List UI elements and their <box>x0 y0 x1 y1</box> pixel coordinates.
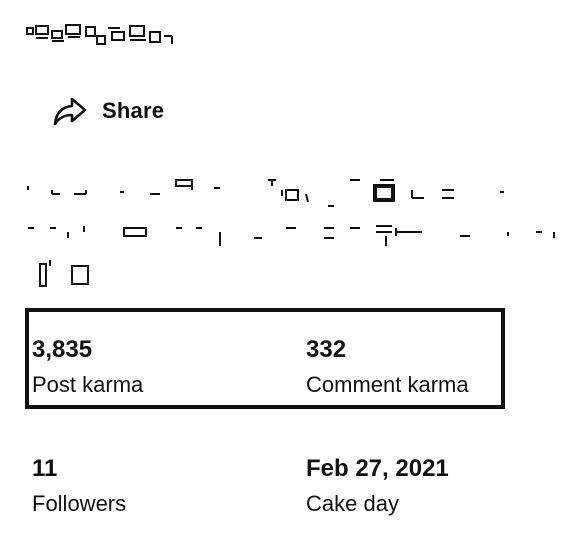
share-icon <box>53 97 87 126</box>
stat-cake-day: Feb 27, 2021 Cake day <box>306 455 449 517</box>
username-scribble <box>26 24 173 45</box>
stat-followers[interactable]: 11 Followers <box>32 455 126 517</box>
post-karma-value: 3,835 <box>32 336 93 363</box>
bio-scribble <box>27 179 555 287</box>
comment-karma-value: 332 <box>306 336 347 363</box>
cake-day-value: Feb 27, 2021 <box>306 455 449 482</box>
post-karma-label: Post karma <box>32 372 144 397</box>
share-label: Share <box>102 98 165 123</box>
comment-karma-label: Comment karma <box>306 372 469 397</box>
share-button[interactable]: Share <box>52 94 164 128</box>
stat-comment-karma: 332 Comment karma <box>306 336 469 398</box>
followers-value: 11 <box>32 455 58 482</box>
followers-label: Followers <box>32 491 127 516</box>
cake-day-label: Cake day <box>306 491 399 516</box>
stat-post-karma: 3,835 Post karma <box>32 336 143 398</box>
